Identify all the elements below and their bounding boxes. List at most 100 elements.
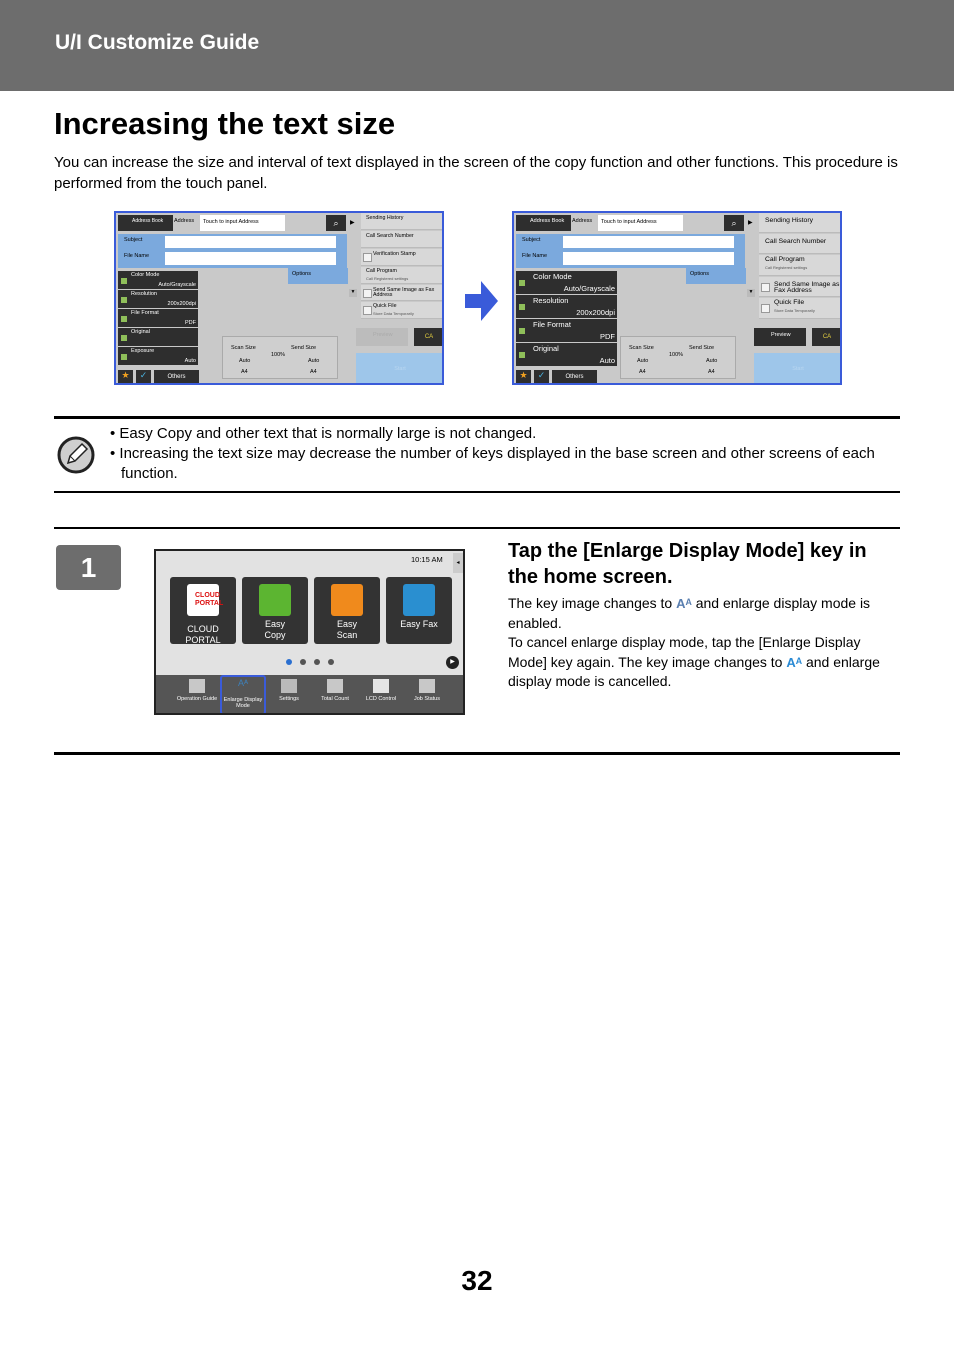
send-value: Auto xyxy=(706,358,718,364)
right-menu-label: Call Search Number xyxy=(366,233,414,239)
checkbox[interactable] xyxy=(761,304,770,313)
file-name-input[interactable] xyxy=(563,252,734,265)
address-input[interactable]: Touch to input Address xyxy=(200,215,285,231)
check-button[interactable]: ✓ xyxy=(534,370,549,383)
page-dot[interactable] xyxy=(300,659,306,665)
setting-key[interactable]: Original xyxy=(118,328,198,346)
right-menu-label: Call Program xyxy=(366,268,397,274)
right-menu-item[interactable]: Send Same Image as Fax Address xyxy=(361,285,442,301)
send-value: Auto xyxy=(308,358,320,364)
options-tab[interactable]: Options xyxy=(686,268,746,284)
tile-scan[interactable]: Easy Scan xyxy=(314,577,380,644)
bottom-key-enlarge-display[interactable]: Aᴬ Enlarge Display Mode xyxy=(220,675,266,713)
favorite-button[interactable]: ★ xyxy=(118,370,133,383)
bottom-key-job-status[interactable]: Job Status xyxy=(404,679,450,702)
page-dot[interactable] xyxy=(328,659,334,665)
right-menu-item[interactable]: Quick File Store Data Temporarily xyxy=(361,302,442,319)
options-tab[interactable]: Options xyxy=(288,268,348,284)
others-button[interactable]: Others xyxy=(552,370,597,383)
subject-label: Subject xyxy=(124,237,143,243)
right-menu-label: Send Same Image as Fax Address xyxy=(373,287,435,298)
subject-input[interactable] xyxy=(563,236,734,248)
right-menu-label: Call Program xyxy=(765,256,805,263)
bottom-key-settings[interactable]: Settings xyxy=(266,679,312,702)
page-number: 32 xyxy=(461,1265,493,1296)
checkbox[interactable] xyxy=(363,288,372,298)
right-menu-item[interactable]: Sending History xyxy=(759,213,840,233)
scan-size-label: Scan Size xyxy=(629,345,654,351)
notes-list: • Easy Copy and other text that is norma… xyxy=(110,424,900,484)
preview-button[interactable]: Preview xyxy=(754,328,806,346)
setting-key[interactable]: Exposure Auto xyxy=(118,347,198,365)
send-paper: A4 xyxy=(310,369,317,375)
right-menu-item[interactable]: Verification Stamp xyxy=(361,249,442,266)
checkbox[interactable] xyxy=(761,282,770,292)
setting-key[interactable]: Color Mode Auto/Grayscale xyxy=(118,271,198,289)
key-label: Color Mode xyxy=(131,272,160,278)
expand-arrow-icon[interactable]: ▶ xyxy=(350,219,355,226)
tile-label: Easy Scan xyxy=(336,619,358,640)
right-menu-item[interactable]: Sending History xyxy=(361,213,442,230)
address-book-button[interactable]: Address Book xyxy=(118,215,173,231)
others-button[interactable]: Others xyxy=(154,370,199,383)
search-button[interactable]: ⌕ xyxy=(326,215,346,231)
bottom-key-label: Job Status xyxy=(414,696,440,702)
right-menu-label: Sending History xyxy=(366,215,404,221)
address-book-button[interactable]: Address Book xyxy=(516,215,571,231)
divider xyxy=(54,416,900,419)
note-text: Increasing the text size may decrease th… xyxy=(119,445,875,482)
ca-button[interactable]: CA xyxy=(812,328,840,346)
send-paper: A4 xyxy=(708,369,715,375)
start-button[interactable]: Start xyxy=(754,353,840,383)
start-button[interactable]: Start xyxy=(356,353,442,383)
right-menu-item[interactable]: Call Program Call Registered settings xyxy=(361,267,442,284)
tile-fax[interactable]: Easy Fax xyxy=(386,577,452,644)
page-dot[interactable] xyxy=(314,659,320,665)
subject-input[interactable] xyxy=(165,236,336,248)
right-menu-sub: Store Data Temporarily xyxy=(774,308,815,313)
right-menu-item[interactable]: Call Search Number xyxy=(759,234,840,254)
intro-text: You can increase the size and interval o… xyxy=(54,154,898,192)
step-title: Tap the [Enlarge Display Mode] key in th… xyxy=(508,540,867,588)
search-button[interactable]: ⌕ xyxy=(724,215,744,231)
tile-cloud-portal[interactable]: CLOUD PORTAL CLOUD PORTAL xyxy=(170,577,236,645)
page-dot[interactable] xyxy=(286,659,292,665)
scroll-down-button[interactable]: ▼ xyxy=(349,289,357,297)
key-icon xyxy=(121,277,127,284)
address-input[interactable]: Touch to input Address xyxy=(598,215,683,231)
key-icon xyxy=(519,352,525,358)
setting-key[interactable]: Original Auto xyxy=(516,343,617,366)
expand-arrow-icon[interactable]: ▶ xyxy=(748,219,753,226)
right-menu-item[interactable]: Call Program Call Registered settings xyxy=(759,255,840,276)
right-menu-item[interactable]: Call Search Number xyxy=(361,231,442,248)
header-title: U/I Customize Guide xyxy=(55,31,260,54)
bottom-key-operation-guide[interactable]: Operation Guide xyxy=(174,679,220,702)
file-name-input[interactable] xyxy=(165,252,336,265)
setting-key[interactable]: Color Mode Auto/Grayscale xyxy=(516,271,617,294)
setting-key[interactable]: Resolution 200x200dpi xyxy=(118,290,198,308)
setting-key[interactable]: Resolution 200x200dpi xyxy=(516,295,617,318)
favorite-button[interactable]: ★ xyxy=(516,370,531,383)
bottom-key-total-count[interactable]: Total Count xyxy=(312,679,358,702)
bottom-key-label: Total Count xyxy=(321,696,349,702)
divider xyxy=(54,491,900,493)
checkbox[interactable] xyxy=(363,306,372,315)
right-menu-sub: Call Registered settings xyxy=(765,265,808,270)
page-header: U/I Customize Guide xyxy=(0,0,954,91)
setting-key[interactable]: File Format PDF xyxy=(118,309,198,327)
bottom-key-lcd-control[interactable]: LCD Control xyxy=(358,679,404,702)
note-text: Easy Copy and other text that is normall… xyxy=(119,425,537,442)
check-button[interactable]: ✓ xyxy=(136,370,151,383)
checkbox[interactable] xyxy=(363,253,372,262)
tile-copy[interactable]: Easy Copy xyxy=(242,577,308,644)
note-item: • Increasing the text size may decrease … xyxy=(110,445,875,482)
side-panel-tab[interactable]: ◂ xyxy=(453,553,463,573)
ca-button[interactable]: CA xyxy=(414,328,442,346)
preview-button[interactable]: Preview xyxy=(356,328,408,346)
scroll-down-button[interactable]: ▼ xyxy=(747,289,755,297)
right-menu-item[interactable]: Send Same Image as Fax Address xyxy=(759,277,840,297)
setting-key[interactable]: File Format PDF xyxy=(516,319,617,342)
next-page-button[interactable]: ▶ xyxy=(446,656,459,669)
file-name-label: File Name xyxy=(522,253,548,259)
right-menu-item[interactable]: Quick File Store Data Temporarily xyxy=(759,298,840,319)
